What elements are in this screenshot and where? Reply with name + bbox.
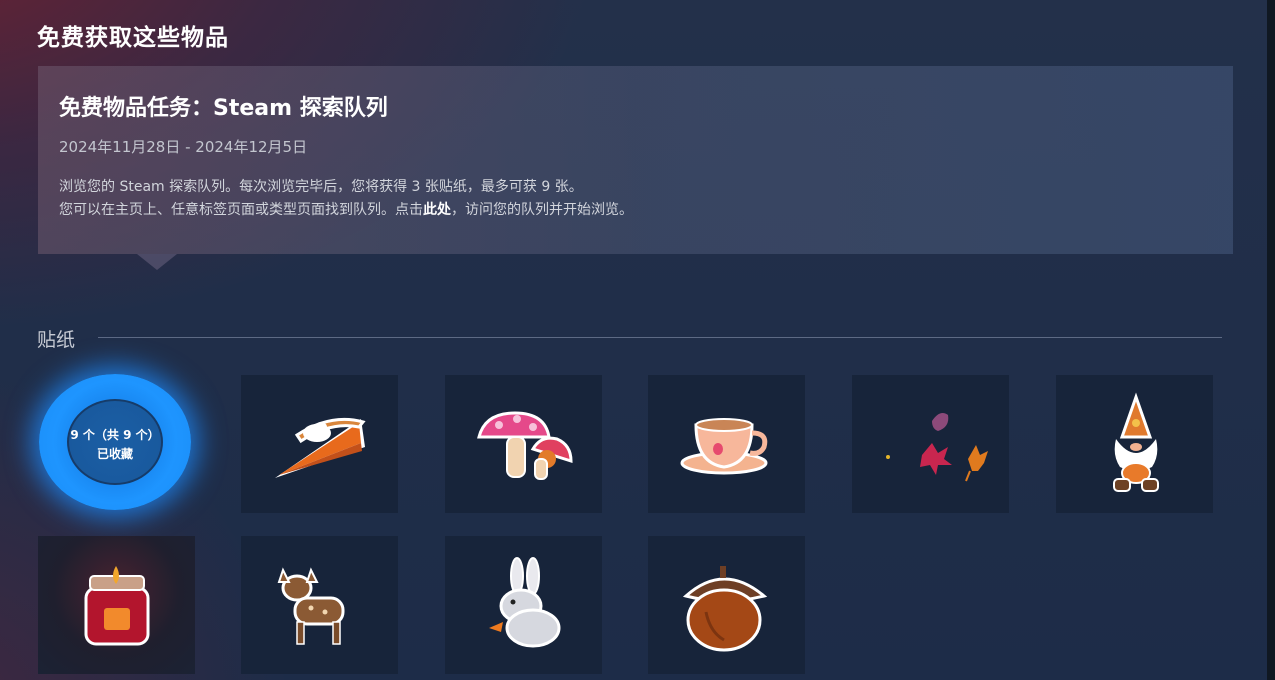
event-description-prefix: 您可以在主页上、任意标签页面或类型页面找到队列。点击 bbox=[59, 202, 423, 218]
sticker-tile-candle-jar[interactable] bbox=[38, 536, 195, 674]
gnome-icon bbox=[1113, 392, 1159, 492]
pumpkin-pie-icon bbox=[275, 417, 366, 478]
teacup-icon bbox=[680, 418, 768, 475]
sticker-tile-teacup[interactable] bbox=[648, 375, 805, 513]
rabbit-icon bbox=[489, 557, 561, 648]
event-description-suffix: ，访问您的队列并开始浏览。 bbox=[451, 202, 633, 218]
falling-leaves-icon bbox=[886, 413, 988, 482]
fawn-icon bbox=[277, 567, 345, 645]
event-info-box: 免费物品任务：Steam 探索队列 2024年11月28日 - 2024年12月… bbox=[38, 66, 1233, 254]
progress-status: 已收藏 bbox=[96, 447, 133, 461]
callout-arrow bbox=[137, 254, 177, 270]
queue-link[interactable]: 此处 bbox=[423, 202, 451, 218]
sticker-tile-gnome[interactable] bbox=[1056, 375, 1213, 513]
sticker-tile-acorn[interactable] bbox=[648, 536, 805, 674]
stickers-category-label: 贴纸 bbox=[37, 329, 76, 351]
event-description: 浏览您的 Steam 探索队列。每次浏览完毕后，您将获得 3 张贴纸，最多可获 … bbox=[59, 176, 633, 222]
sticker-tile-rabbit[interactable] bbox=[445, 536, 602, 674]
event-description-line-1: 浏览您的 Steam 探索队列。每次浏览完毕后，您将获得 3 张贴纸，最多可获 … bbox=[59, 179, 583, 195]
collection-progress: 9 个（共 9 个） 已收藏 bbox=[37, 374, 195, 514]
sticker-tile-pumpkin-pie[interactable] bbox=[241, 375, 398, 513]
event-date-range: 2024年11月28日 - 2024年12月5日 bbox=[59, 138, 308, 156]
sticker-tile-falling-leaves[interactable] bbox=[852, 375, 1009, 513]
sticker-tile-fawn[interactable] bbox=[241, 536, 398, 674]
event-title: 免费物品任务：Steam 探索队列 bbox=[59, 96, 388, 121]
acorn-icon bbox=[682, 566, 768, 652]
progress-count: 9 个（共 9 个） bbox=[70, 428, 160, 442]
category-divider bbox=[98, 337, 1222, 338]
sticker-tile-mushrooms[interactable] bbox=[445, 375, 602, 513]
candle-jar-icon bbox=[84, 566, 150, 646]
event-description-line-2: 您可以在主页上、任意标签页面或类型页面找到队列。点击此处，访问您的队列并开始浏览… bbox=[59, 199, 633, 222]
mushrooms-icon bbox=[477, 411, 573, 480]
scrollbar-track[interactable] bbox=[1267, 0, 1275, 680]
section-title: 免费获取这些物品 bbox=[37, 25, 229, 51]
